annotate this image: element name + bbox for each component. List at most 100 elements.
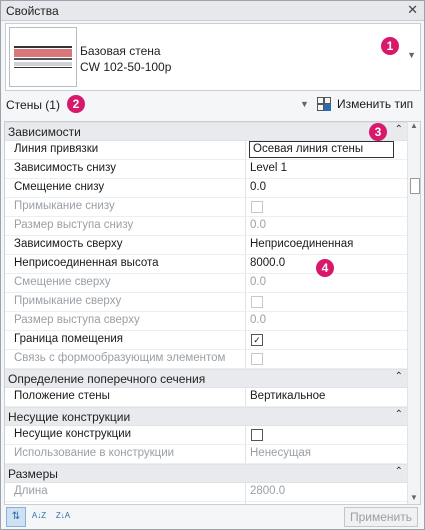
marker-3: 3 — [369, 123, 387, 141]
column-divider — [245, 160, 246, 178]
collapse-icon[interactable]: ⌃ — [395, 409, 403, 420]
column-divider — [245, 502, 246, 504]
property-value[interactable]: Неприсоединенная — [250, 238, 400, 250]
property-row[interactable]: Несущие конструкции — [5, 426, 407, 445]
column-divider — [245, 445, 246, 463]
column-divider — [245, 217, 246, 235]
column-divider — [245, 236, 246, 254]
property-name: Размер выступа снизу — [14, 219, 134, 231]
close-icon[interactable]: ✕ — [407, 2, 418, 18]
category-header[interactable]: Размеры ⌃ — [5, 464, 407, 483]
property-row[interactable]: Линия привязки Осевая линия стены — [5, 141, 407, 160]
edit-type-icon — [317, 97, 331, 111]
type-selector[interactable]: Базовая стена CW 102-50-100p 1 ▼ — [5, 23, 421, 91]
property-name: Смещение снизу — [14, 181, 105, 193]
edit-type-button[interactable]: Изменить тип — [317, 95, 421, 113]
property-value: 2800.0 — [250, 485, 286, 497]
property-row[interactable]: Площадь 22.400 м² — [5, 502, 407, 505]
vertical-scrollbar[interactable]: ▲ ▼ — [407, 122, 420, 504]
column-divider — [245, 312, 246, 330]
type-name-block: Базовая стена CW 102-50-100p — [80, 43, 171, 75]
property-checkbox[interactable]: ✓ — [251, 334, 263, 346]
property-row[interactable]: Примыкание снизу — [5, 198, 407, 217]
scroll-thumb[interactable] — [410, 178, 420, 194]
scroll-up-icon[interactable]: ▲ — [410, 122, 418, 130]
property-checkbox[interactable] — [251, 429, 263, 441]
chevron-down-icon[interactable]: ▼ — [300, 99, 309, 109]
property-value: 0.0 — [250, 276, 266, 288]
property-name: Примыкание сверху — [14, 295, 122, 307]
sort-descending-button[interactable]: Z↓A — [54, 507, 72, 525]
property-row[interactable]: Смещение снизу 0.0 — [5, 179, 407, 198]
title-bar: Свойства ✕ — [1, 1, 424, 21]
chevron-down-icon[interactable]: ▼ — [407, 50, 416, 60]
collapse-icon[interactable]: ⌃ — [395, 124, 403, 135]
property-row[interactable]: Граница помещения ✓ — [5, 331, 407, 350]
marker-4: 4 — [316, 259, 334, 277]
property-value: 22.400 м² — [250, 504, 400, 505]
property-name: Использование в конструкции — [14, 447, 175, 459]
property-name: Смещение сверху — [14, 276, 111, 288]
property-value[interactable]: 0.0 — [250, 181, 400, 193]
property-name: Неприсоединенная высота — [14, 257, 159, 269]
property-value: Ненесущая — [250, 447, 312, 459]
property-value[interactable]: Level 1 — [250, 162, 400, 174]
category-label: Зависимости — [8, 125, 81, 139]
column-divider — [245, 293, 246, 311]
properties-grid: Зависимости ⌃ Линия привязки Осевая линия с… — [4, 121, 421, 505]
sort-categorized-button[interactable]: ⇅ — [6, 507, 26, 527]
property-checkbox — [251, 296, 263, 308]
marker-1: 1 — [381, 37, 399, 55]
bottom-bar: ⇅ A↓Z Z↓A Применить — [1, 506, 424, 529]
property-name: Площадь — [14, 504, 239, 505]
category-header[interactable]: Зависимости ⌃ — [5, 122, 407, 141]
wall-layer-swatch — [14, 49, 72, 57]
property-name: Зависимость сверху — [14, 238, 123, 250]
marker-2: 2 — [67, 95, 85, 113]
property-checkbox — [251, 353, 263, 365]
collapse-icon[interactable]: ⌃ — [395, 466, 403, 477]
properties-rows: Зависимости ⌃ Линия привязки Осевая линия с… — [5, 122, 407, 505]
property-row[interactable]: Смещение сверху 0.0 — [5, 274, 407, 293]
scroll-down-icon[interactable]: ▼ — [410, 493, 418, 502]
wall-layer-swatch — [14, 46, 72, 48]
property-name: Граница помещения — [14, 333, 123, 345]
sort-ascending-button[interactable]: A↓Z — [30, 507, 48, 525]
column-divider — [245, 274, 246, 292]
category-header[interactable]: Определение поперечного сечения ⌃ — [5, 369, 407, 388]
wall-type-thumbnail — [9, 27, 77, 87]
property-row[interactable]: Размер выступа сверху 0.0 — [5, 312, 407, 331]
column-divider — [245, 179, 246, 197]
selection-filter[interactable]: Стены (1) — [6, 98, 60, 112]
property-row[interactable]: Связь с формообразующим элементом — [5, 350, 407, 369]
property-row[interactable]: Положение стены Вертикальное — [5, 388, 407, 407]
property-value: 0.0 — [250, 314, 266, 326]
property-row[interactable]: Неприсоединенная высота 8000.0 — [5, 255, 407, 274]
property-name: Длина — [14, 485, 48, 497]
category-label: Размеры — [8, 467, 58, 481]
wall-layer-swatch — [14, 67, 72, 68]
property-row[interactable]: Размер выступа снизу 0.0 — [5, 217, 407, 236]
property-row[interactable]: Использование в конструкции Ненесущая — [5, 445, 407, 464]
window-title: Свойства — [6, 4, 59, 18]
property-row[interactable]: Длина 2800.0 — [5, 483, 407, 502]
apply-button[interactable]: Применить — [344, 507, 418, 527]
category-label: Несущие конструкции — [8, 410, 131, 424]
column-divider — [245, 483, 246, 501]
selection-filter-row: Стены (1) 2 ▼ Изменить тип — [1, 93, 424, 115]
collapse-icon[interactable]: ⌃ — [395, 371, 403, 382]
property-row[interactable]: Зависимость снизу Level 1 — [5, 160, 407, 179]
column-divider — [245, 255, 246, 273]
column-divider — [245, 426, 246, 444]
edit-type-label: Изменить тип — [337, 97, 414, 111]
family-name: Базовая стена — [80, 44, 161, 58]
property-name: Положение стены — [14, 390, 110, 402]
property-row[interactable]: Примыкание сверху — [5, 293, 407, 312]
property-name: Зависимость снизу — [14, 162, 116, 174]
property-value[interactable]: Вертикальное — [250, 390, 400, 402]
property-value-field[interactable]: Осевая линия стены — [249, 141, 394, 158]
property-row[interactable]: Зависимость сверху Неприсоединенная — [5, 236, 407, 255]
property-name: Размер выступа сверху — [14, 314, 140, 326]
category-header[interactable]: Несущие конструкции ⌃ — [5, 407, 407, 426]
property-value: 0.0 — [250, 219, 266, 231]
